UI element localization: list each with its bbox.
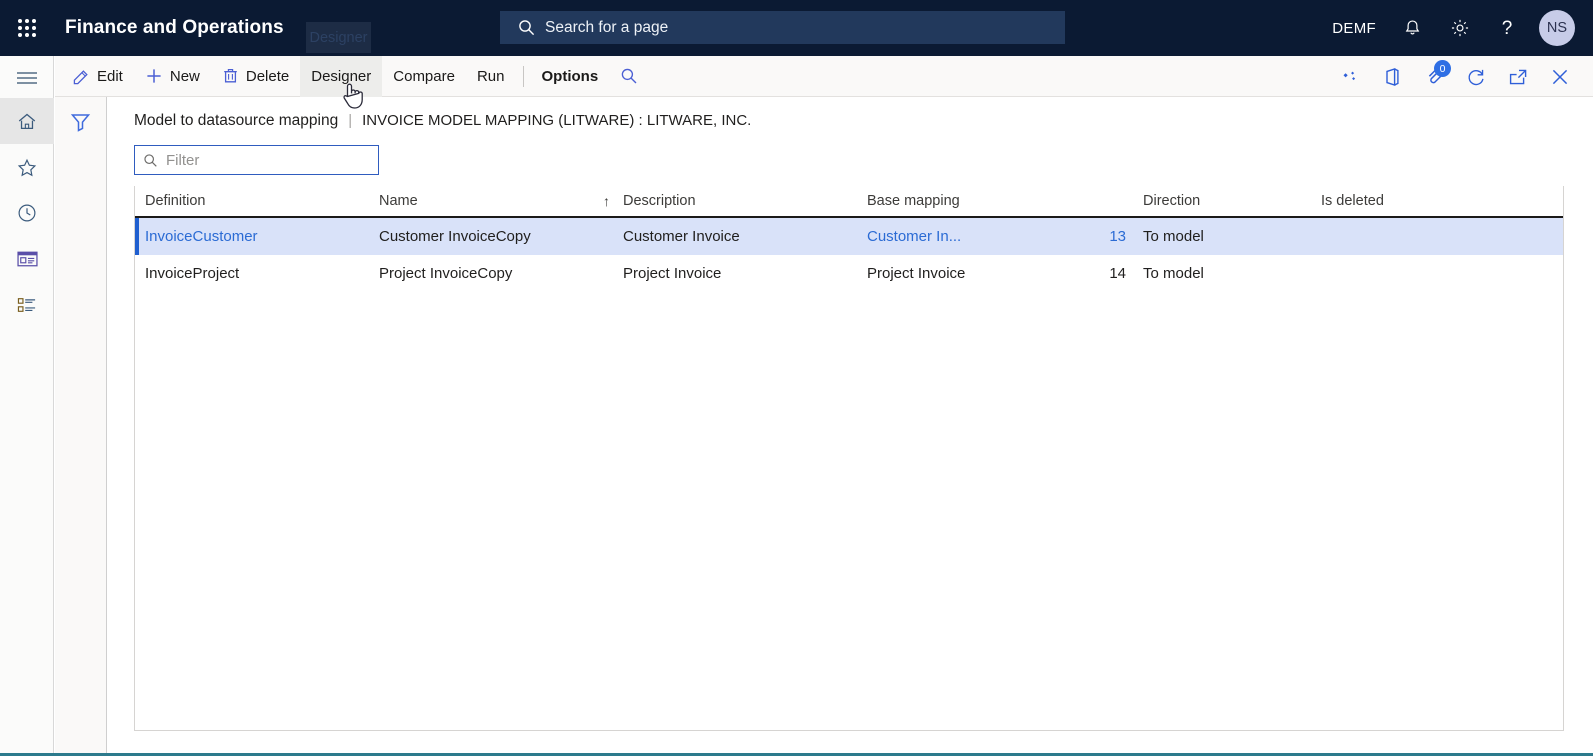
cell-direction: To model bbox=[1143, 228, 1204, 245]
designer-label: Designer bbox=[311, 67, 372, 85]
run-label: Run bbox=[476, 67, 505, 85]
cell-description: Project Invoice bbox=[623, 265, 722, 282]
edit-label: Edit bbox=[97, 67, 123, 85]
column-header-count[interactable] bbox=[1082, 186, 1126, 217]
personalize-icon[interactable] bbox=[1329, 56, 1371, 97]
search-icon bbox=[518, 19, 535, 36]
top-bar-right-cluster: DEMF ? NS bbox=[1306, 0, 1593, 56]
svg-text:?: ? bbox=[1502, 18, 1513, 39]
pencil-icon bbox=[72, 67, 90, 85]
refresh-icon[interactable] bbox=[1455, 56, 1497, 97]
delete-button[interactable]: Delete bbox=[211, 56, 300, 97]
cell-is-deleted bbox=[1306, 255, 1506, 292]
cell-definition[interactable]: InvoiceProject bbox=[135, 255, 379, 292]
cell-is-deleted bbox=[1306, 218, 1506, 255]
hamburger-icon[interactable] bbox=[0, 58, 54, 98]
toolbar-divider bbox=[522, 65, 524, 87]
top-navigation-bar: Finance and Operations Search for a page… bbox=[0, 0, 1593, 56]
grid-header-row: Definition Name ↑ Description Base mappi… bbox=[135, 186, 1563, 218]
new-button[interactable]: New bbox=[134, 56, 211, 97]
designer-button[interactable]: Designer bbox=[300, 55, 383, 97]
attachment-icon[interactable]: 0 bbox=[1413, 56, 1455, 97]
sidebar-item-recent[interactable] bbox=[0, 190, 54, 236]
cell-count: 13 bbox=[1109, 228, 1126, 245]
column-header-is-deleted[interactable]: Is deleted bbox=[1306, 186, 1506, 217]
gear-icon[interactable] bbox=[1449, 17, 1471, 39]
edit-button[interactable]: Edit bbox=[61, 56, 134, 97]
cell-base-mapping: Project Invoice bbox=[867, 265, 966, 282]
filter-input[interactable]: Filter bbox=[134, 145, 379, 175]
toolbar-right-cluster: 0 bbox=[1329, 56, 1581, 97]
waffle-grid bbox=[18, 19, 36, 37]
popout-icon[interactable] bbox=[1497, 56, 1539, 97]
sidebar-item-favorites[interactable] bbox=[0, 144, 54, 190]
breadcrumb-separator: | bbox=[348, 112, 353, 129]
filter-side-pane bbox=[55, 97, 107, 756]
close-icon[interactable] bbox=[1539, 56, 1581, 97]
app-launcher-icon[interactable] bbox=[0, 0, 54, 56]
company-selector[interactable]: DEMF bbox=[1332, 20, 1376, 37]
avatar[interactable]: NS bbox=[1539, 10, 1575, 46]
breadcrumb: Model to datasource mapping | INVOICE MO… bbox=[134, 112, 751, 130]
column-header-base-mapping[interactable]: Base mapping bbox=[867, 186, 1082, 217]
column-header-definition[interactable]: Definition bbox=[135, 186, 379, 217]
bell-icon[interactable] bbox=[1402, 18, 1423, 39]
sidebar-item-modules[interactable] bbox=[0, 282, 54, 328]
cell-name: Customer InvoiceCopy bbox=[379, 228, 531, 245]
cell-description: Customer Invoice bbox=[623, 228, 740, 245]
compare-label: Compare bbox=[393, 67, 455, 85]
options-button[interactable]: Options bbox=[531, 56, 610, 97]
sidebar-item-workspaces[interactable] bbox=[0, 236, 54, 282]
options-label: Options bbox=[541, 67, 599, 85]
column-header-description[interactable]: Description bbox=[623, 186, 867, 217]
run-button[interactable]: Run bbox=[466, 56, 516, 97]
column-header-direction[interactable]: Direction bbox=[1126, 186, 1306, 217]
cell-base-mapping[interactable]: Customer In... bbox=[867, 218, 1082, 255]
delete-label: Delete bbox=[245, 67, 290, 85]
data-grid: Definition Name ↑ Description Base mappi… bbox=[134, 186, 1564, 731]
plus-icon bbox=[145, 67, 163, 85]
page-content: Model to datasource mapping | INVOICE MO… bbox=[108, 97, 1593, 756]
table-row[interactable]: InvoiceCustomer Customer InvoiceCopy Cus… bbox=[135, 218, 1563, 255]
toolbar-search-button[interactable] bbox=[609, 56, 649, 97]
filter-placeholder: Filter bbox=[166, 151, 200, 169]
cell-definition[interactable]: InvoiceCustomer bbox=[135, 218, 379, 255]
global-search-placeholder: Search for a page bbox=[545, 18, 669, 36]
breadcrumb-primary[interactable]: Model to datasource mapping bbox=[134, 112, 338, 130]
global-search-input[interactable]: Search for a page bbox=[500, 11, 1065, 44]
action-toolbar: Edit New Delete Designer Compare Run Opt… bbox=[55, 55, 1593, 97]
cell-name: Project InvoiceCopy bbox=[379, 265, 513, 282]
compare-button[interactable]: Compare bbox=[382, 56, 466, 97]
column-header-name[interactable]: Name ↑ bbox=[379, 186, 623, 217]
search-icon bbox=[143, 153, 158, 168]
filter-funnel-icon[interactable] bbox=[55, 112, 106, 132]
column-header-name-label: Name bbox=[379, 193, 418, 209]
cell-direction: To model bbox=[1143, 265, 1204, 282]
table-row[interactable]: InvoiceProject Project InvoiceCopy Proje… bbox=[135, 255, 1563, 292]
breadcrumb-secondary: INVOICE MODEL MAPPING (LITWARE) : LITWAR… bbox=[362, 112, 752, 129]
left-navigation-rail bbox=[0, 56, 54, 756]
question-mark-icon[interactable]: ? bbox=[1497, 17, 1517, 39]
designer-tooltip: Designer bbox=[306, 22, 371, 53]
search-icon bbox=[620, 67, 638, 85]
trash-icon bbox=[222, 67, 239, 85]
office-app-icon[interactable] bbox=[1371, 56, 1413, 97]
sidebar-item-home[interactable] bbox=[0, 98, 54, 144]
app-title: Finance and Operations bbox=[65, 17, 284, 38]
sort-ascending-icon: ↑ bbox=[603, 193, 610, 209]
new-label: New bbox=[169, 67, 200, 85]
cell-count: 14 bbox=[1109, 265, 1126, 282]
attachment-count-badge: 0 bbox=[1434, 60, 1451, 77]
